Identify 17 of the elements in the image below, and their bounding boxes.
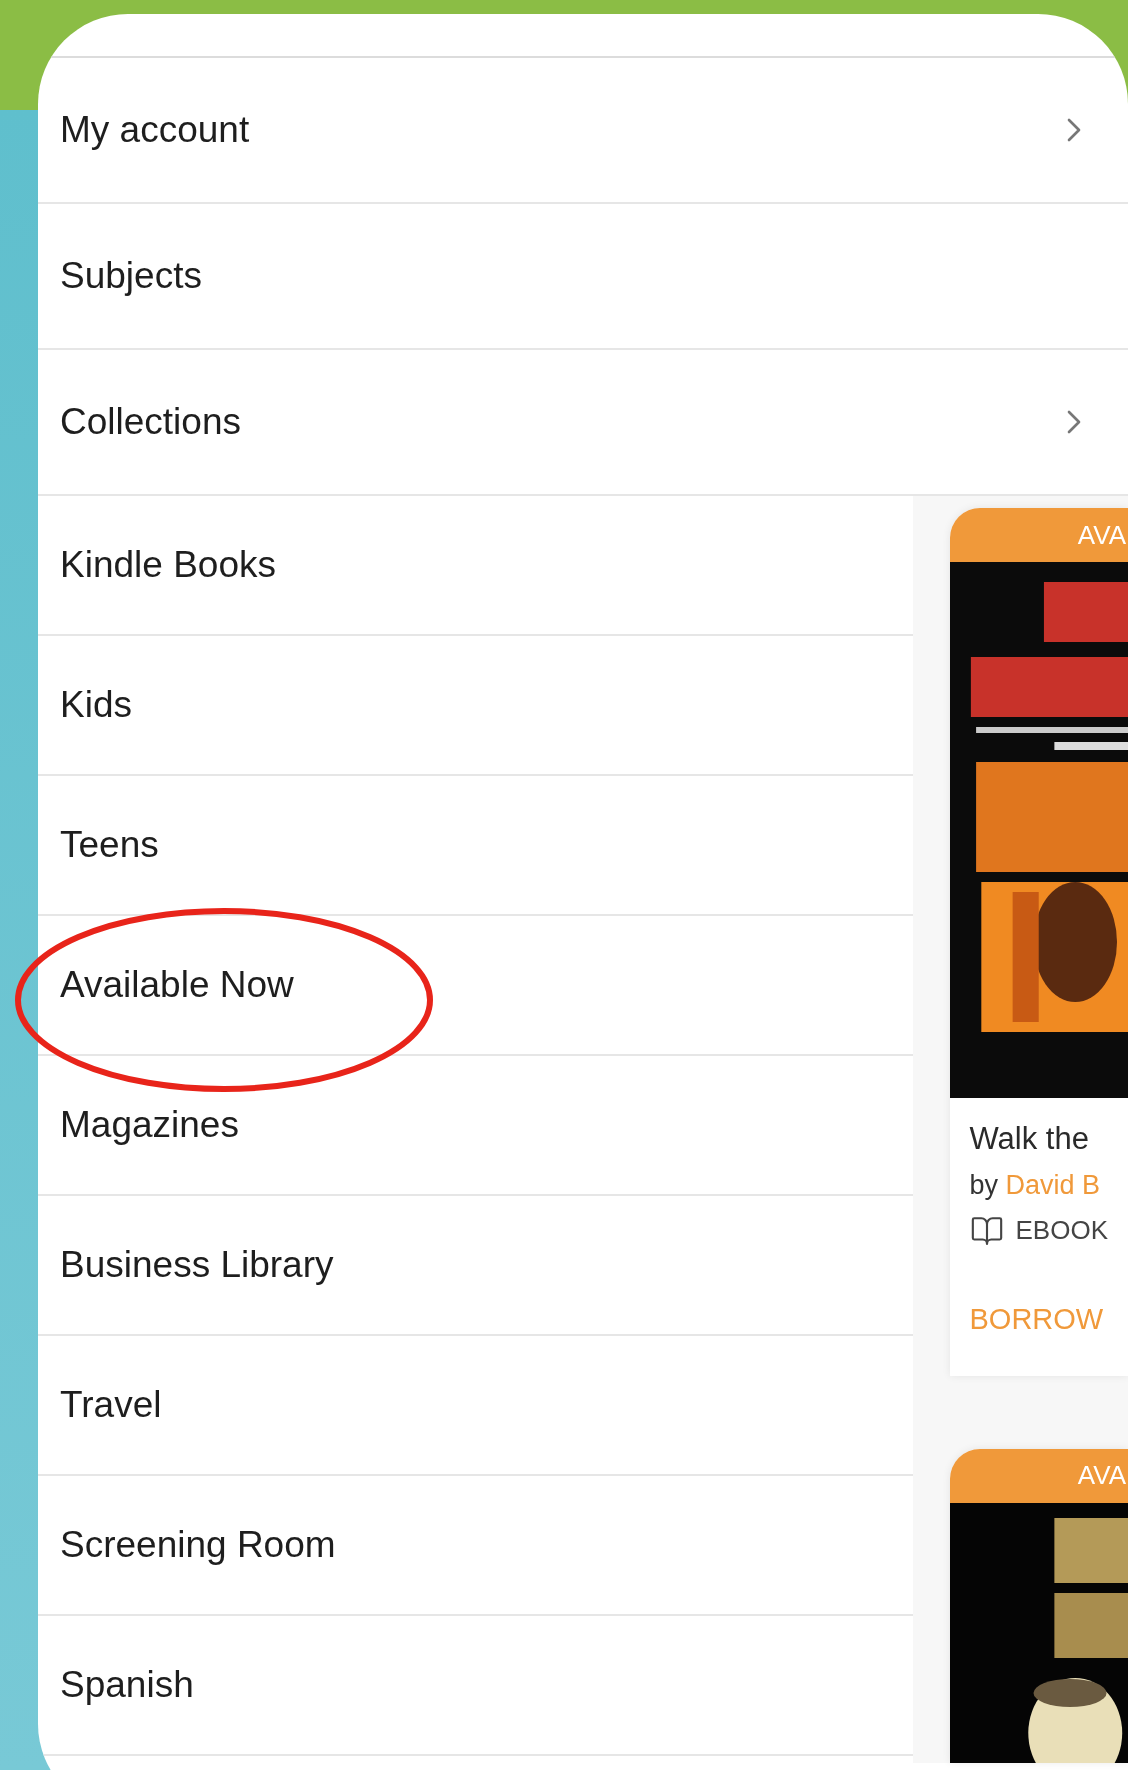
menu-item[interactable]: Magazines: [60, 1097, 239, 1153]
book-title: Walk the: [969, 1120, 1090, 1158]
format-label: EBOOK: [1015, 1214, 1108, 1247]
menu-item[interactable]: Kindle Books: [60, 537, 276, 593]
menu-item[interactable]: Business Library: [60, 1237, 334, 1293]
menu-item[interactable]: Kids: [60, 677, 132, 733]
availability-badge: AVA: [949, 508, 1128, 562]
availability-badge: AVA: [949, 1448, 1128, 1503]
menu-item[interactable]: Collections: [60, 394, 241, 450]
menu-item[interactable]: My account: [60, 102, 250, 158]
menu-item[interactable]: Spanish: [60, 1657, 194, 1713]
menu-item[interactable]: Subjects: [60, 248, 202, 304]
menu-item[interactable]: Screening Room: [60, 1517, 336, 1573]
author-line: by David B: [969, 1168, 1102, 1202]
menu-item[interactable]: Travel: [60, 1377, 162, 1433]
menu-item[interactable]: Available Now: [60, 957, 294, 1013]
menu-item[interactable]: Teens: [60, 817, 159, 873]
